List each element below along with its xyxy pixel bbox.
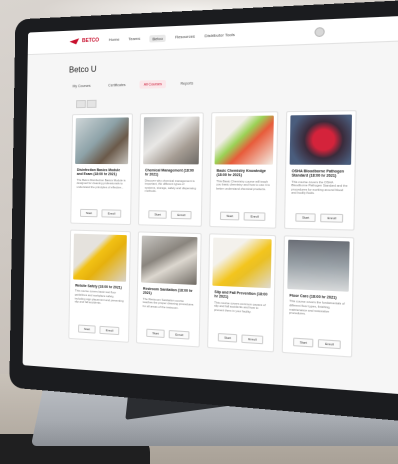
tab-my-courses[interactable]: My Courses: [69, 82, 95, 91]
photo-scene: BETCO Home Teams Betco Resources Distrib…: [0, 0, 398, 464]
enroll-button[interactable]: Enroll: [320, 213, 344, 223]
course-description: This Basic Chemistry course will teach y…: [216, 178, 270, 191]
start-button[interactable]: Start: [78, 324, 96, 334]
profile-icon[interactable]: [314, 26, 325, 37]
course-description: The Restroom Sanitation course teaches t…: [142, 296, 194, 310]
course-title: Disinfection Basics Module and Exam (18:…: [76, 167, 121, 177]
course-description: This course covers the fundamentals of d…: [289, 299, 345, 316]
page-content: Betco U My Courses Certificates All Cour…: [23, 41, 398, 362]
laptop-screen-bezel: BETCO Home Teams Betco Resources Distrib…: [9, 0, 398, 423]
start-button[interactable]: Start: [292, 337, 314, 348]
course-image: [73, 233, 127, 282]
page-title: Betco U: [68, 64, 97, 75]
course-card[interactable]: Slip and Fall Prevention (18:00 hr 2021)…: [207, 233, 277, 353]
enroll-button[interactable]: Enroll: [171, 210, 192, 220]
enroll-button[interactable]: Enroll: [101, 209, 122, 218]
course-image: [141, 235, 198, 285]
course-image: [289, 114, 353, 165]
enroll-button[interactable]: Enroll: [168, 330, 190, 340]
course-image: [212, 237, 272, 289]
enroll-button[interactable]: Enroll: [99, 325, 120, 336]
course-card[interactable]: Basic Chemistry Knowledge (18:00 hr 2021…: [209, 111, 279, 229]
list-view-icon[interactable]: [86, 99, 97, 108]
start-button[interactable]: Start: [79, 208, 98, 218]
course-card[interactable]: Wetsite Safety (18:00 hr 2021) This cour…: [68, 229, 131, 343]
nav-item-betco[interactable]: Betco: [149, 34, 166, 43]
enroll-button[interactable]: Enroll: [318, 339, 341, 350]
nav-item-home[interactable]: Home: [109, 36, 120, 44]
start-button[interactable]: Start: [295, 213, 317, 223]
course-title: OSHA Bloodborne Pathogen Standard (18:00…: [291, 168, 345, 179]
start-button[interactable]: Start: [219, 211, 240, 221]
card-actions: Start Enroll: [142, 210, 198, 220]
start-button[interactable]: Start: [217, 333, 238, 343]
nav-item-resources[interactable]: Resources: [175, 33, 195, 41]
course-title: Basic Chemistry Knowledge (18:00 hr 2021…: [216, 168, 266, 178]
course-description: Discover why chemical management is impo…: [144, 177, 196, 194]
card-actions: Start Enroll: [289, 213, 351, 223]
course-title: Restroom Sanitation (18:00 hr 2021): [142, 286, 193, 296]
course-card[interactable]: Restroom Sanitation (18:00 hr 2021) The …: [136, 231, 202, 348]
card-actions: Start Enroll: [74, 208, 127, 218]
course-card[interactable]: Floor Care (18:00 hr 2021) This course c…: [281, 235, 355, 358]
logo[interactable]: BETCO: [69, 37, 99, 44]
start-button[interactable]: Start: [146, 328, 166, 339]
course-card[interactable]: Chemical Management (18:00 hr 2021) Disc…: [138, 112, 204, 227]
tab-certificates[interactable]: Certificates: [104, 81, 129, 90]
course-description: The Betco Disinfection Basics Module is …: [76, 177, 126, 190]
laptop-screen: BETCO Home Teams Betco Resources Distrib…: [22, 15, 398, 396]
start-button[interactable]: Start: [148, 210, 168, 219]
tab-bar: My Courses Certificates All Courses Repo…: [69, 73, 398, 90]
course-image: [287, 239, 350, 292]
course-description: This course covers common causes of slip…: [214, 299, 266, 314]
card-actions: Start Enroll: [214, 211, 273, 221]
logo-text: BETCO: [81, 37, 100, 45]
course-card[interactable]: OSHA Bloodborne Pathogen Standard (18:00…: [283, 110, 357, 231]
tab-all-courses[interactable]: All Courses: [139, 79, 167, 89]
course-image: [143, 116, 200, 165]
course-title: Slip and Fall Prevention (18:00 hr 2021): [214, 289, 268, 300]
course-description: This course covers the OSHA Bloodborne P…: [291, 179, 348, 196]
nav-item-teams[interactable]: Teams: [128, 35, 140, 43]
grid-view-icon[interactable]: [76, 99, 86, 109]
enroll-button[interactable]: Enroll: [241, 334, 264, 345]
course-image: [75, 117, 129, 165]
view-toggle: [76, 94, 398, 109]
logo-mark-icon: [69, 38, 79, 44]
course-title: Chemical Management (18:00 hr 2021): [144, 168, 194, 177]
main-nav: Home Teams Betco Resources Distributor T…: [109, 31, 235, 43]
tab-reports[interactable]: Reports: [176, 79, 197, 88]
course-grid: Disinfection Basics Module and Exam (18:…: [68, 109, 398, 361]
nav-item-distributor-tools[interactable]: Distributor Tools: [204, 31, 235, 40]
course-description: This course covers basic wet floor guide…: [74, 288, 124, 305]
course-image: [214, 115, 274, 165]
enroll-button[interactable]: Enroll: [243, 212, 266, 221]
course-card[interactable]: Disinfection Basics Module and Exam (18:…: [70, 113, 133, 226]
